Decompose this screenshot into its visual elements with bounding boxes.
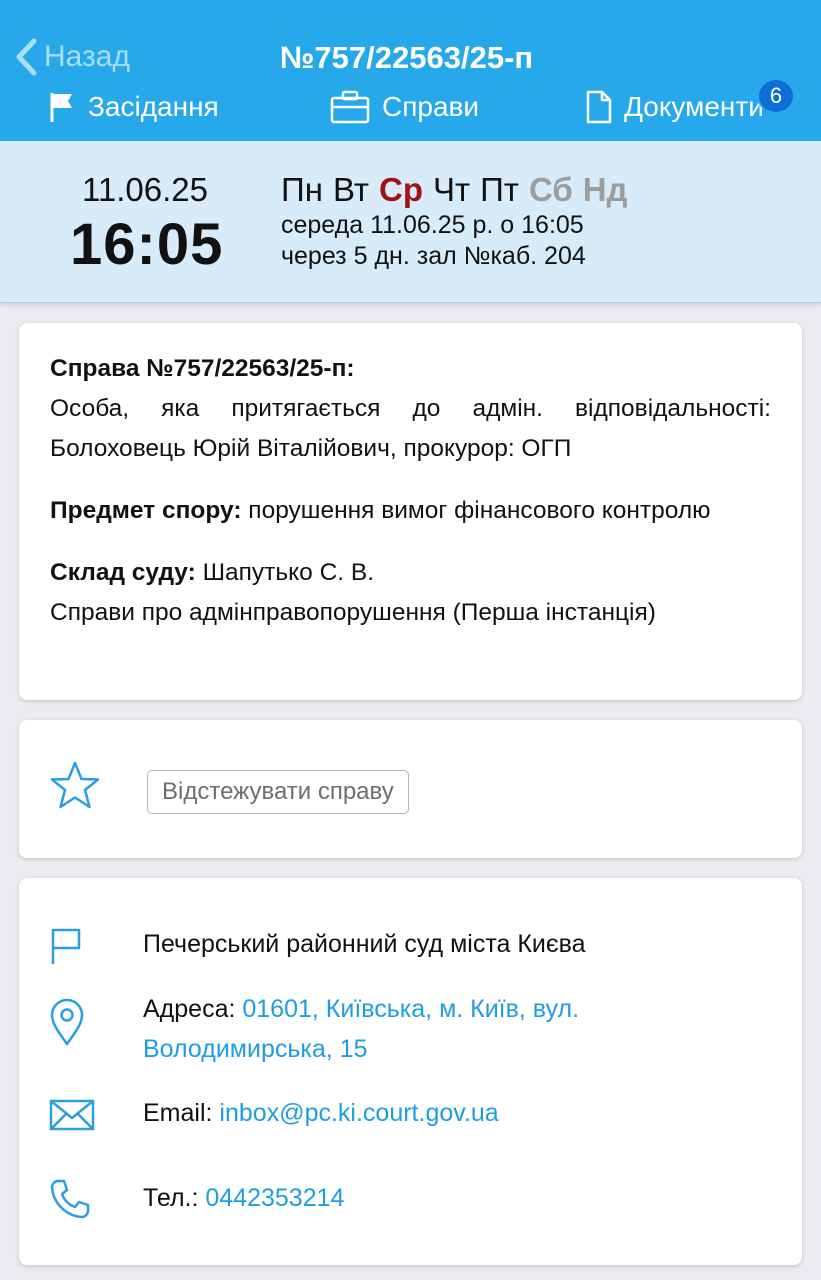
- session-datetime-text: середа 11.06.25 р. о 16:05: [281, 211, 584, 239]
- app-header: Назад №757/22563/25-п Засідання Справи Д…: [0, 0, 821, 141]
- weekday-thu: Чт: [432, 171, 471, 208]
- case-info-card: Справа №757/22563/25-п: Особа, яка притя…: [19, 323, 802, 700]
- case-heading: Справа №757/22563/25-п:: [50, 355, 355, 382]
- tab-cases[interactable]: Справи: [330, 84, 479, 130]
- star-icon[interactable]: [49, 760, 101, 812]
- phone-link[interactable]: 0442353214: [205, 1184, 344, 1212]
- subject-value: порушення вимог фінансового контролю: [248, 497, 711, 524]
- weekday-strip: Пн Вт Ср Чт Пт Сб Нд: [281, 171, 628, 209]
- tab-sessions-label: Засідання: [88, 91, 219, 122]
- email-link[interactable]: inbox@pc.ki.court.gov.ua: [219, 1099, 498, 1127]
- track-case-button[interactable]: Відстежувати справу: [147, 770, 409, 814]
- case-category: Справи про адмінправопорушення (Перша ін…: [50, 599, 656, 626]
- weekday-sat: Сб: [528, 171, 573, 208]
- page-title: №757/22563/25-п: [279, 40, 534, 75]
- case-parties: Особа, яка притягається до адмін. відпов…: [50, 395, 771, 462]
- tab-bar: Засідання Справи Документи: [0, 84, 821, 130]
- schedule-band: 11.06.25 16:05 Пн Вт Ср Чт Пт Сб Нд сере…: [0, 141, 821, 303]
- weekday-tue: Вт: [332, 171, 369, 208]
- briefcase-icon: [330, 90, 370, 124]
- flag-outline-icon: [51, 928, 81, 964]
- tab-sessions[interactable]: Засідання: [48, 84, 219, 130]
- court-phone: Тел.: 0442353214: [143, 1178, 344, 1218]
- court-email: Email: inbox@pc.ki.court.gov.ua: [143, 1093, 499, 1133]
- session-date: 11.06.25: [82, 171, 209, 208]
- weekday-mon: Пн: [281, 171, 323, 208]
- case-subject: Предмет спору: порушення вимог фінансово…: [50, 491, 771, 531]
- email-label: Email:: [143, 1099, 213, 1127]
- weekday-wed-active: Ср: [378, 171, 423, 208]
- case-court-panel: Склад суду: Шапутько С. В.: [50, 553, 771, 593]
- document-icon: [586, 90, 612, 124]
- address-label: Адреса:: [143, 995, 236, 1023]
- court-address: Адреса: 01601, Київська, м. Київ, вул. В…: [143, 989, 643, 1069]
- flag-icon: [50, 93, 72, 122]
- court-panel-value: Шапутько С. В.: [202, 559, 375, 586]
- court-panel-label: Склад суду:: [50, 559, 196, 586]
- envelope-icon: [49, 1099, 95, 1131]
- subject-label: Предмет спору:: [50, 497, 242, 524]
- session-time: 16:05: [70, 212, 224, 277]
- court-name-link[interactable]: Печерський районний суд міста Києва: [143, 924, 586, 964]
- weekday-fri: Пт: [480, 171, 519, 208]
- session-room-text: через 5 дн. зал №каб. 204: [281, 242, 586, 270]
- location-pin-icon: [50, 998, 84, 1046]
- weekday-sun: Нд: [582, 171, 628, 208]
- tracking-card: Відстежувати справу: [19, 720, 802, 858]
- tab-cases-label: Справи: [382, 91, 480, 122]
- court-info-card: Печерський районний суд міста Києва Адре…: [19, 878, 802, 1265]
- tab-documents-label: Документи: [624, 91, 764, 122]
- phone-icon: [50, 1179, 90, 1219]
- documents-count-badge: 6: [757, 78, 795, 114]
- phone-label: Тел.:: [143, 1184, 199, 1212]
